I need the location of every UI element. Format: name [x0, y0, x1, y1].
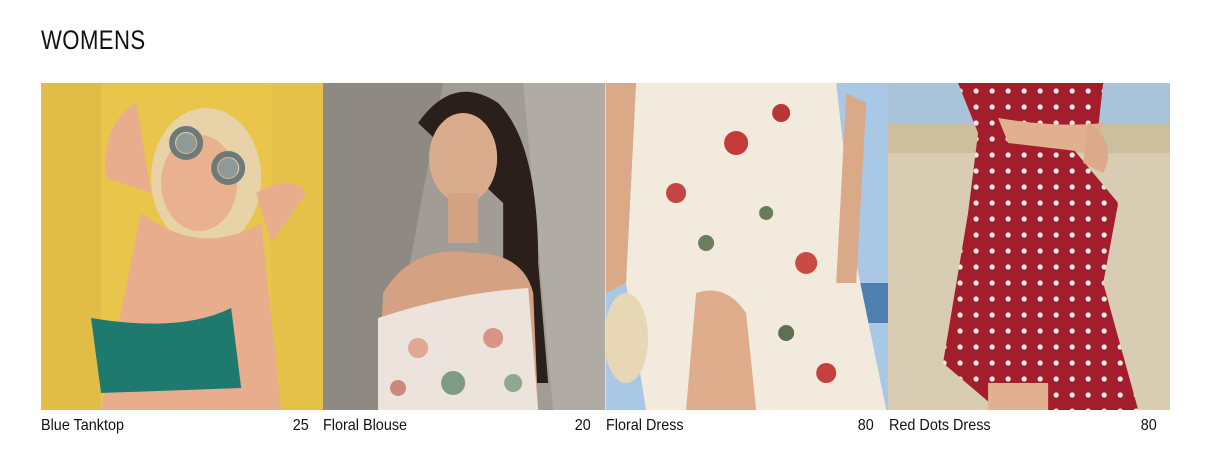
product-grid [41, 83, 1170, 410]
floral-dress-photo-icon [605, 83, 888, 410]
product-caption-2: Floral Blouse 20 [323, 417, 591, 439]
product-image-floral-dress[interactable] [605, 83, 888, 410]
product-price: 80 [1140, 417, 1157, 434]
product-image-blue-tanktop[interactable] [41, 83, 324, 410]
woman-yellow-wall-photo-icon [41, 83, 324, 410]
product-caption-4: Red Dots Dress 80 [889, 417, 1157, 439]
section-title: WOMENS [41, 25, 146, 55]
product-price: 20 [574, 417, 591, 434]
product-price: 25 [292, 417, 309, 434]
woman-floral-blouse-photo-icon [323, 83, 606, 410]
product-image-red-dots-dress[interactable] [887, 83, 1170, 410]
product-name[interactable]: Red Dots Dress [889, 417, 991, 439]
product-price: 80 [857, 417, 874, 434]
product-name[interactable]: Floral Dress [606, 417, 684, 439]
product-image-floral-blouse[interactable] [323, 83, 606, 410]
red-dots-dress-photo-icon [887, 83, 1170, 410]
product-name[interactable]: Blue Tanktop [41, 417, 124, 439]
product-caption-1: Blue Tanktop 25 [41, 417, 309, 439]
product-name[interactable]: Floral Blouse [323, 417, 407, 439]
product-caption-3: Floral Dress 80 [606, 417, 874, 439]
